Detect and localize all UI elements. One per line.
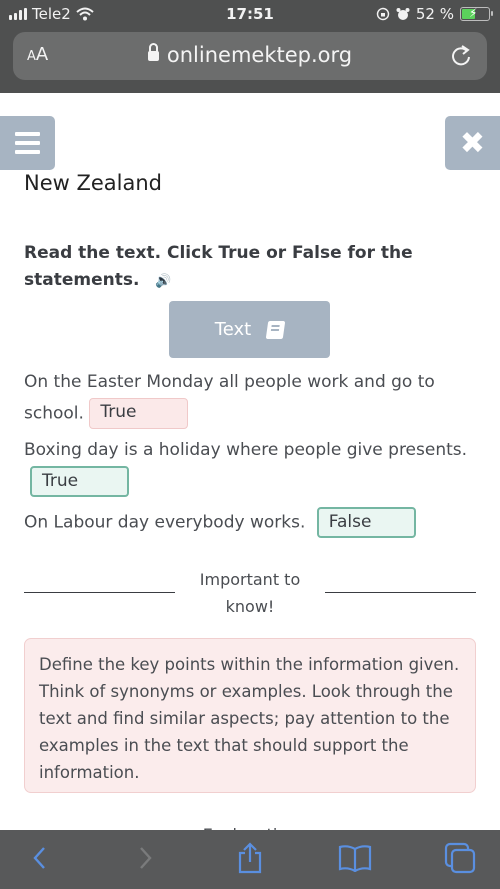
speaker-icon[interactable]: 🔊 — [155, 268, 171, 295]
close-icon: ✖ — [459, 125, 486, 161]
answer-box-correct[interactable]: True — [30, 466, 129, 497]
statement-text: On the Easter Monday all people work and… — [24, 372, 435, 424]
charging-bolt-icon: ⚡ — [469, 6, 478, 20]
browser-toolbar — [0, 830, 500, 889]
statement-3: On Labour day everybody works. False — [24, 507, 476, 539]
divider-label-line1: Important to — [199, 570, 301, 589]
answer-box-correct[interactable]: False — [316, 507, 416, 538]
instruction-text: Read the text. Click True or False for t… — [24, 243, 413, 290]
back-icon — [33, 847, 45, 869]
menu-button[interactable] — [0, 116, 55, 170]
bookmarks-icon — [338, 845, 372, 872]
forward-icon — [140, 847, 152, 869]
hamburger-bar — [15, 141, 40, 145]
back-button[interactable] — [20, 838, 60, 878]
url-text: onlinemektep.org — [166, 43, 353, 67]
divider-line-right — [325, 592, 476, 593]
book-icon — [265, 320, 286, 339]
divider-label-line2: know! — [225, 597, 275, 616]
text-button[interactable]: Text — [169, 301, 330, 358]
tabs-button[interactable] — [440, 838, 480, 878]
hamburger-menu-icon — [15, 132, 40, 136]
task-instruction: Read the text. Click True or False for t… — [24, 240, 464, 295]
address-bar[interactable]: AA onlinemektep.org — [13, 32, 487, 80]
share-button[interactable] — [230, 838, 270, 878]
statement-text: Boxing day is a holiday where people giv… — [24, 440, 468, 460]
alarm-icon — [396, 8, 410, 20]
battery-percent: 52 % — [415, 5, 454, 23]
text-button-label: Text — [214, 319, 252, 340]
hamburger-bar — [15, 150, 40, 154]
statement-text: On Labour day everybody works. — [24, 512, 306, 533]
lock-icon — [147, 43, 159, 63]
divider-label: Important to know! — [175, 566, 325, 620]
answer-box-incorrect[interactable]: True — [89, 398, 189, 429]
explanation-heading: Explanation — [0, 822, 500, 830]
tabs-icon — [444, 842, 476, 874]
statement-2: Boxing day is a holiday where people giv… — [24, 435, 476, 498]
bookmarks-button[interactable] — [335, 838, 375, 878]
reload-icon[interactable] — [449, 43, 473, 69]
url-display[interactable]: onlinemektep.org — [13, 43, 487, 67]
status-right: 52 % ⚡ — [376, 5, 493, 23]
important-divider: Important to know! — [24, 566, 476, 620]
tip-box: Define the key points within the informa… — [24, 638, 476, 793]
status-bar: Tele2 17:51 52 % ⚡ — [0, 0, 500, 30]
forward-button[interactable] — [125, 838, 165, 878]
orientation-lock-icon — [376, 7, 390, 21]
close-button[interactable]: ✖ — [445, 116, 500, 170]
browser-chrome: Tele2 17:51 52 % ⚡ AA onlinemektep.org — [0, 0, 500, 93]
battery-charging-icon: ⚡ — [460, 6, 493, 21]
divider-line-left — [24, 592, 175, 593]
page-title: New Zealand — [24, 171, 162, 195]
share-icon — [238, 842, 262, 874]
statement-1: On the Easter Monday all people work and… — [24, 367, 476, 430]
